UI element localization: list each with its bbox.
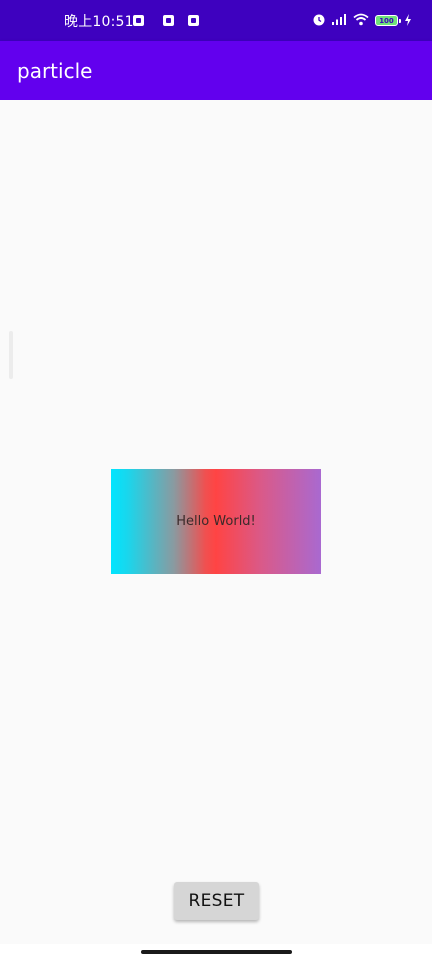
navigation-bar xyxy=(0,944,432,960)
app-title: particle xyxy=(17,58,93,83)
edge-handle[interactable] xyxy=(9,331,13,379)
reset-button[interactable]: RESET xyxy=(174,882,259,920)
app-notification-icon xyxy=(163,15,174,26)
status-time: 晚上10:51 xyxy=(64,13,134,30)
cellular-signal-icon xyxy=(331,11,347,30)
home-indicator[interactable] xyxy=(141,950,292,954)
battery-icon: 100 xyxy=(375,15,401,26)
status-bar: 晚上10:51 100 xyxy=(0,0,432,41)
main-content: Hello World! RESET xyxy=(0,100,432,944)
notification-icons xyxy=(133,13,199,28)
wifi-icon xyxy=(353,11,369,30)
app-notification-icon xyxy=(133,15,144,26)
charging-icon xyxy=(404,11,412,30)
app-notification-icon xyxy=(188,15,199,26)
app-bar: particle xyxy=(0,41,432,100)
hello-gradient-box: Hello World! xyxy=(111,469,321,574)
alarm-icon xyxy=(313,11,325,30)
status-icons: 100 xyxy=(313,0,412,41)
hello-text: Hello World! xyxy=(176,514,256,529)
